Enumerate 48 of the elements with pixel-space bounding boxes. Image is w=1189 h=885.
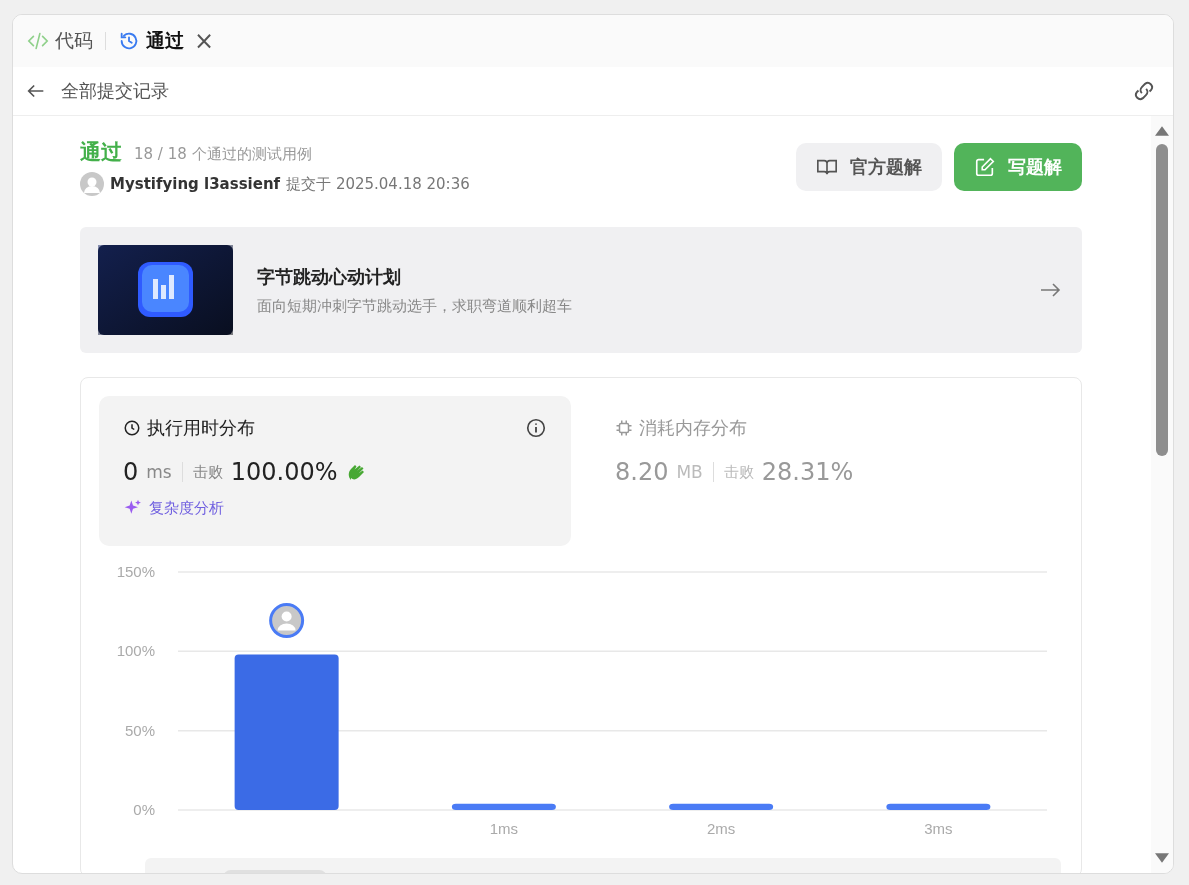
test-cases-text: 18 / 18 个通过的测试用例	[134, 145, 312, 164]
stat-unit: ms	[146, 462, 172, 482]
x-tick-label: 3ms	[924, 820, 953, 837]
promo-title: 字节跳动心动计划	[257, 264, 402, 289]
complexity-analysis-link[interactable]: 复杂度分析	[123, 498, 547, 518]
beats-value: 28.31%	[761, 458, 854, 486]
edit-icon	[974, 156, 996, 178]
tab[interactable]: 通过	[118, 28, 184, 54]
scroll-up-icon[interactable]	[1155, 126, 1169, 136]
bar[interactable]	[669, 803, 774, 810]
beats-label: 击败	[723, 462, 754, 482]
avatar-marker-icon	[269, 603, 305, 638]
username[interactable]: Mystifying l3assienf	[110, 175, 281, 193]
beats-value: 100.00%	[230, 458, 338, 486]
clock-icon	[123, 419, 141, 437]
promo-banner[interactable]: 字节跳动心动计划 面向短期冲刺字节跳动选手，求职弯道顺利超车	[80, 227, 1082, 353]
code-icon	[27, 30, 49, 52]
info-icon[interactable]	[525, 417, 547, 439]
bar[interactable]	[451, 803, 556, 810]
stat-value: 8.20	[615, 458, 669, 486]
back-label: 全部提交记录	[61, 79, 169, 103]
stat-unit: MB	[676, 462, 703, 482]
close-tab-button[interactable]: ×	[194, 27, 215, 55]
scroll-down-icon[interactable]	[1155, 853, 1169, 863]
x-tick-label: 2ms	[706, 820, 736, 837]
stat-title: 执行用时分布	[147, 416, 255, 440]
submit-time: 提交于 2025.04.18 20:36	[286, 174, 470, 194]
x-tick-label: 1ms	[489, 820, 519, 837]
stat-tab[interactable]: 执行用时分布 0 ms 击败 100.00% 复杂度分析	[99, 396, 571, 546]
bar[interactable]	[886, 803, 991, 810]
history-icon	[118, 30, 140, 52]
back-link[interactable]: 全部提交记录	[25, 79, 169, 103]
stat-title: 消耗内存分布	[639, 416, 747, 440]
promo-subtitle: 面向短期冲刺字节跳动选手，求职弯道顺利超车	[257, 296, 573, 316]
y-tick-label: 0%	[133, 801, 155, 818]
avatar-icon	[80, 172, 104, 196]
scrollbar[interactable]	[1151, 116, 1173, 873]
stat-value: 0	[123, 458, 139, 486]
scroll-thumb[interactable]	[1156, 144, 1168, 456]
y-tick-label: 50%	[124, 721, 155, 739]
y-tick-label: 150%	[116, 563, 155, 580]
bar[interactable]	[234, 654, 339, 810]
beats-label: 击败	[192, 462, 223, 482]
chip-icon	[615, 419, 633, 437]
tab[interactable]: 代码	[27, 28, 93, 54]
status-text: 通过	[80, 139, 122, 166]
y-tick-label: 100%	[116, 642, 155, 660]
solution-button[interactable]: 官方题解	[796, 143, 942, 191]
